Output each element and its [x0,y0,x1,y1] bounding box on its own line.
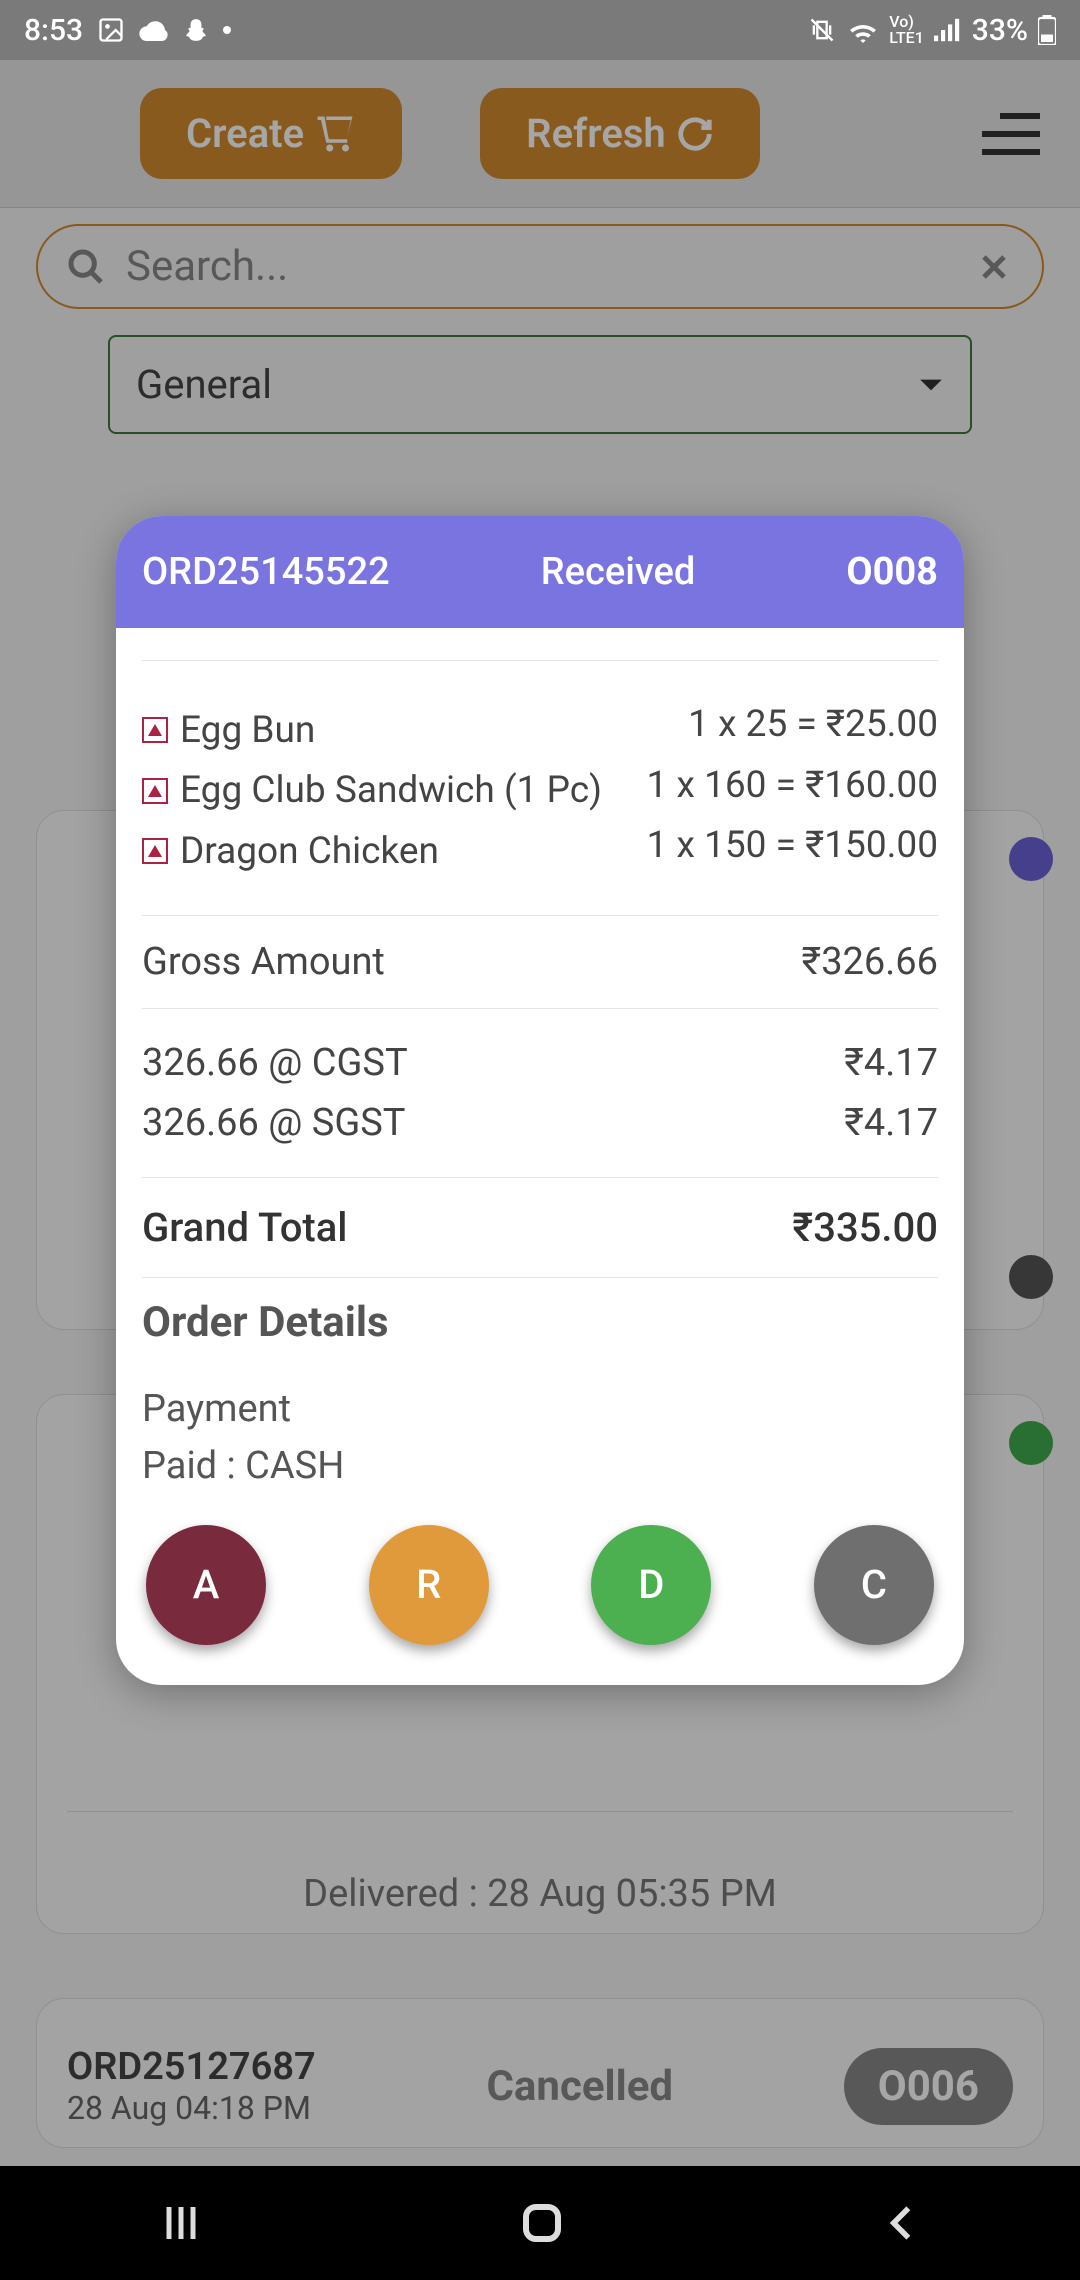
vibrate-icon [807,16,837,44]
tax-row: 326.66 @ CGST ₹4.17 [142,1033,938,1093]
item-calc: 1 x 160 = ₹160.00 [647,764,938,807]
gallery-icon [97,16,125,44]
item-calc: 1 x 150 = ₹150.00 [647,824,938,867]
system-nav-bar [0,2166,1080,2280]
gross-row: Gross Amount ₹326.66 [142,916,938,1009]
item-name: Egg Bun [180,709,315,752]
order-details-heading: Order Details [142,1278,938,1381]
item-name: Egg Club Sandwich (1 Pc) [180,769,602,812]
accept-button[interactable]: A [146,1525,266,1645]
snapchat-icon [183,17,209,43]
deliver-button[interactable]: D [591,1525,711,1645]
nonveg-icon [142,778,168,804]
dot-icon [223,26,231,34]
ready-button[interactable]: R [369,1525,489,1645]
tax-block: 326.66 @ CGST ₹4.17 326.66 @ SGST ₹4.17 [142,1009,938,1178]
tax-value: ₹4.17 [844,1041,938,1085]
item-calc: 1 x 25 = ₹25.00 [688,703,938,746]
lte-icon: Vo)LTE1 [889,14,924,46]
grand-value: ₹335.00 [792,1204,938,1251]
payment-heading: Payment [142,1381,938,1438]
modal-order-no: O008 [846,550,938,594]
cancel-button[interactable]: C [814,1525,934,1645]
tax-row: 326.66 @ SGST ₹4.17 [142,1093,938,1153]
payment-line: Paid : CASH [142,1438,938,1495]
modal-status: Received [541,550,696,594]
gross-label: Gross Amount [142,940,385,984]
items-list: Egg Bun 1 x 25 = ₹25.00 Egg Club Sandwic… [142,660,938,916]
wifi-icon [847,17,879,43]
grand-label: Grand Total [142,1204,348,1251]
recents-icon[interactable] [157,2199,205,2247]
status-time: 8:53 [24,13,83,48]
item-name: Dragon Chicken [180,830,439,873]
item-row: Egg Bun 1 x 25 = ₹25.00 [142,697,938,758]
gross-value: ₹326.66 [802,940,938,984]
grand-total-row: Grand Total ₹335.00 [142,1178,938,1278]
tax-value: ₹4.17 [844,1101,938,1145]
battery-icon [1038,15,1056,45]
cloud-icon [139,19,169,41]
modal-header: ORD25145522 Received O008 [116,516,964,628]
item-row: Egg Club Sandwich (1 Pc) 1 x 160 = ₹160.… [142,758,938,819]
signal-icon [934,18,962,42]
status-bar: 8:53 Vo)LTE1 33% [0,0,1080,60]
tax-label: 326.66 @ SGST [142,1101,405,1145]
back-icon[interactable] [879,2201,923,2245]
nonveg-icon [142,717,168,743]
payment-block: Payment Paid : CASH [142,1381,938,1495]
action-row: A R D C [142,1495,938,1645]
tax-label: 326.66 @ CGST [142,1041,408,1085]
home-icon[interactable] [518,2199,566,2247]
modal-order-id: ORD25145522 [142,550,390,594]
nonveg-icon [142,838,168,864]
order-detail-modal: ORD25145522 Received O008 Egg Bun 1 x 25… [116,516,964,1685]
battery-percent: 33% [972,13,1028,48]
item-row: Dragon Chicken 1 x 150 = ₹150.00 [142,818,938,879]
